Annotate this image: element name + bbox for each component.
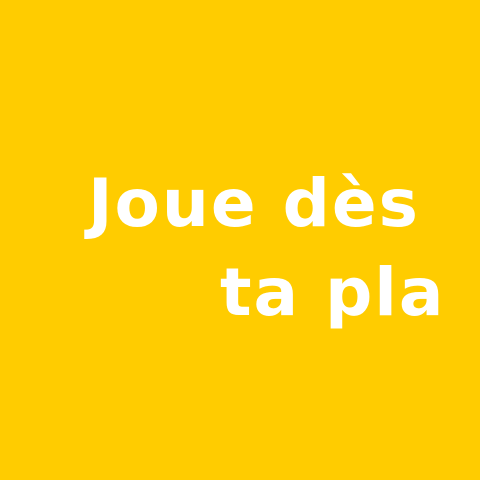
headline-line-1: Joue dès bbox=[88, 165, 420, 242]
yellow-banner: Joue dès ta pla bbox=[0, 0, 480, 480]
headline-line-2: ta pla bbox=[220, 254, 446, 331]
headline: Joue dès ta pla bbox=[0, 0, 480, 480]
